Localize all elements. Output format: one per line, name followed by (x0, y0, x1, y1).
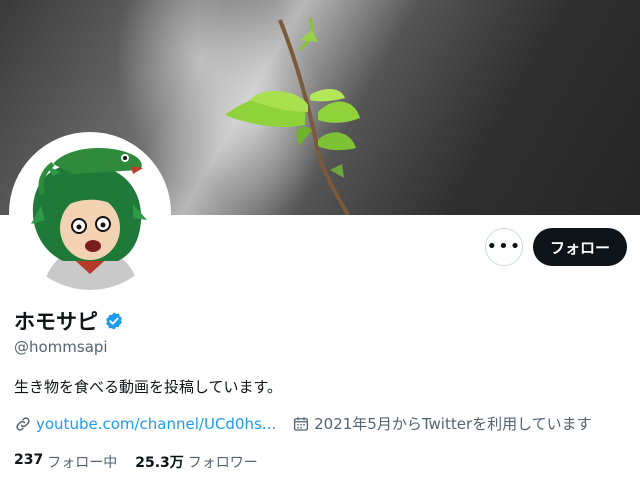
profile-meta: youtube.com/channel/UCd0hs... 2021年5月からT… (14, 413, 592, 434)
avatar-illustration (13, 136, 167, 290)
follow-button-label: フォロー (549, 238, 610, 257)
profile-avatar[interactable] (13, 136, 167, 290)
more-icon: ••• (486, 236, 522, 257)
follow-stats: 237 フォロー中 25.3万 フォロワー (14, 452, 258, 472)
display-name-row: ホモサピ (14, 306, 124, 336)
following-count: 237 (14, 452, 44, 468)
followers-stat[interactable]: 25.3万 フォロワー (135, 452, 258, 472)
follow-button[interactable]: フォロー (532, 228, 627, 266)
profile-bio: 生き物を食べる動画を投稿しています。 (14, 378, 283, 396)
display-name: ホモサピ (14, 310, 98, 334)
following-stat[interactable]: 237 フォロー中 (14, 452, 117, 472)
profile-joined-date: 2021年5月からTwitterを利用しています (292, 413, 592, 434)
website-link[interactable]: youtube.com/channel/UCd0hs... (36, 415, 276, 433)
verified-badge-icon[interactable] (104, 311, 124, 331)
joined-date-text: 2021年5月からTwitterを利用しています (314, 415, 592, 433)
more-options-button[interactable]: ••• (484, 228, 523, 266)
followers-label: フォロワー (187, 455, 258, 471)
profile-actions: ••• フォロー (484, 228, 627, 266)
profile-website[interactable]: youtube.com/channel/UCd0hs... (14, 415, 276, 433)
calendar-icon (294, 416, 309, 431)
link-icon (16, 416, 30, 431)
following-label: フォロー中 (47, 455, 118, 471)
user-handle: @hommsapi (14, 338, 108, 356)
followers-count: 25.3万 (135, 455, 184, 471)
